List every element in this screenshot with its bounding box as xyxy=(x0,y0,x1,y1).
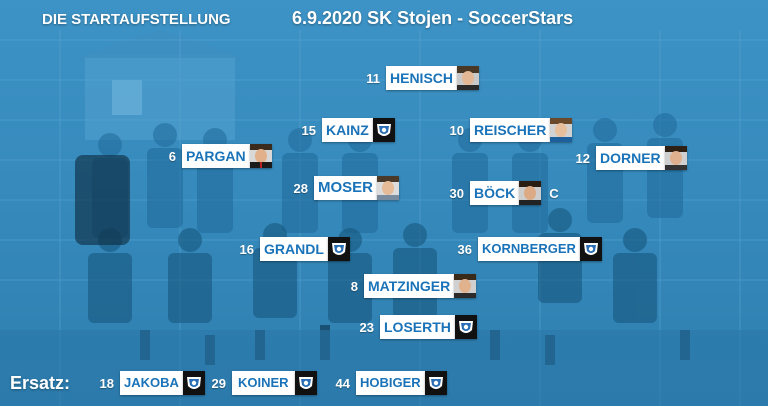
player-name: PARGAN xyxy=(182,144,250,168)
captain-badge: C xyxy=(549,185,559,201)
player-photo-icon xyxy=(519,181,542,205)
player-number: 36 xyxy=(457,241,472,257)
player-card-grandl: 16 GRANDL xyxy=(230,237,350,261)
substitute-card-koiner: 29 KOINER xyxy=(200,371,317,395)
club-crest-icon xyxy=(424,371,447,395)
player-name: DORNER xyxy=(596,146,665,170)
player-number: 11 xyxy=(366,70,380,86)
player-name: JAKOBA xyxy=(120,371,183,395)
player-card-kornberger: 36 KORNBERGER xyxy=(444,237,602,261)
player-card-dorner: 12 DORNER xyxy=(560,146,687,170)
team-photo-background xyxy=(0,0,768,406)
substitute-card-jakoba: 18 JAKOBA xyxy=(88,371,205,395)
player-name: MATZINGER xyxy=(364,274,455,298)
substitute-card-hobiger: 44 HOBIGER xyxy=(326,371,447,395)
club-crest-icon xyxy=(372,118,395,142)
match-title: 6.9.2020 SK Stojen - SoccerStars xyxy=(292,8,574,28)
player-number: 6 xyxy=(168,148,176,164)
player-name: HOBIGER xyxy=(356,371,425,395)
player-number: 15 xyxy=(301,122,316,138)
club-crest-icon xyxy=(454,315,477,339)
player-card-henisch: 11 HENISCH xyxy=(358,66,480,90)
player-photo-icon xyxy=(454,274,477,298)
player-name: KAINZ xyxy=(322,118,373,142)
player-name: LOSERTH xyxy=(380,315,455,339)
player-photo-icon xyxy=(664,146,687,170)
player-name: KOINER xyxy=(232,371,295,395)
player-photo-icon xyxy=(457,66,480,90)
player-name: KORNBERGER xyxy=(478,237,580,261)
club-crest-icon xyxy=(294,371,317,395)
player-card-matzinger: 8 MATZINGER xyxy=(338,274,477,298)
lineup-heading: DIE STARTAUFSTELLUNG xyxy=(42,11,231,28)
player-number: 28 xyxy=(293,180,308,196)
player-number: 10 xyxy=(449,122,464,138)
player-name: REISCHER xyxy=(470,118,551,142)
player-name: HENISCH xyxy=(386,66,458,90)
player-name: BÖCK xyxy=(470,181,520,205)
player-name: GRANDL xyxy=(260,237,328,261)
player-number: 12 xyxy=(575,150,590,166)
player-card-reischer: 10 REISCHER xyxy=(436,118,573,142)
lineup-graphic: DIE STARTAUFSTELLUNG 6.9.2020 SK Stojen … xyxy=(0,0,768,406)
player-number: 44 xyxy=(335,375,350,391)
player-name: MOSER xyxy=(314,176,378,200)
player-number: 8 xyxy=(350,278,358,294)
club-crest-icon xyxy=(579,237,602,261)
player-number: 30 xyxy=(449,185,464,201)
player-number: 18 xyxy=(99,375,114,391)
player-card-loserth: 23 LOSERTH xyxy=(348,315,477,339)
player-photo-icon xyxy=(550,118,573,142)
club-crest-icon xyxy=(327,237,350,261)
player-card-kainz: 15 KAINZ xyxy=(290,118,395,142)
substitutes-label: Ersatz: xyxy=(10,373,71,393)
player-card-bock: 30 BÖCK C xyxy=(440,181,559,205)
player-number: 16 xyxy=(239,241,254,257)
player-photo-icon xyxy=(377,176,400,200)
player-photo-icon xyxy=(249,144,272,168)
player-card-pargan: 6 PARGAN xyxy=(150,144,272,168)
player-number: 29 xyxy=(211,375,226,391)
player-number: 23 xyxy=(359,319,374,335)
player-card-moser: 28 MOSER xyxy=(280,176,400,200)
